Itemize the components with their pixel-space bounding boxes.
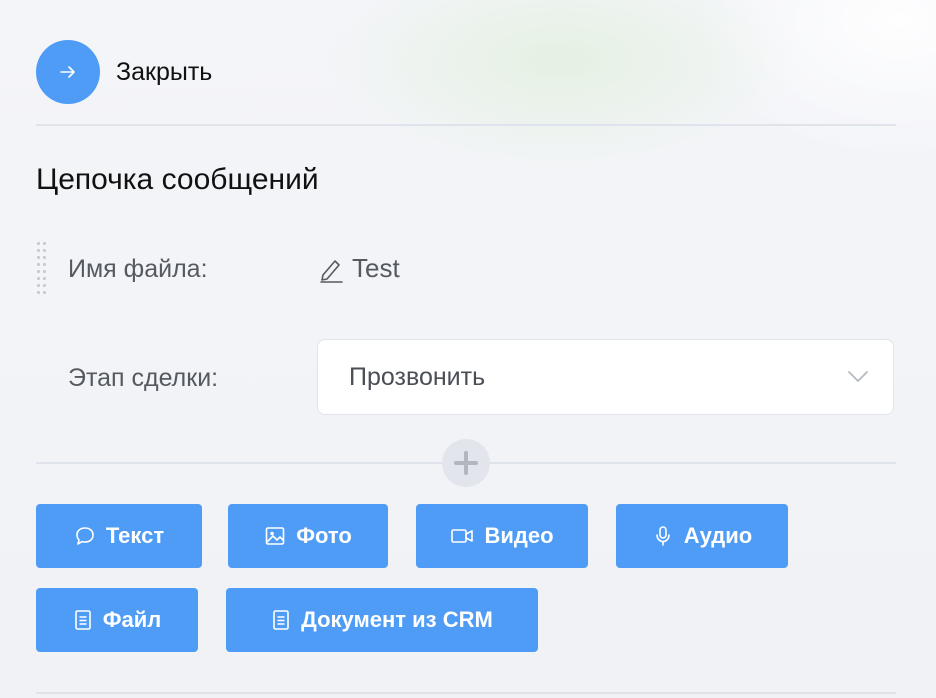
deal-stage-select[interactable]: Прозвонить [317,339,894,415]
document-icon [73,609,93,631]
video-camera-icon [450,525,474,547]
document-icon [271,609,291,631]
file-name-label: Имя файла: [68,255,208,283]
button-label: Файл [102,607,162,632]
button-label: Видео [484,523,554,548]
button-label: Документ из CRM [301,607,493,632]
image-icon [264,525,286,547]
close-panel[interactable]: Закрыть [36,40,212,104]
button-label: Фото [296,523,352,548]
add-file-button[interactable]: Файл [36,588,198,652]
divider [36,124,896,126]
chevron-down-icon[interactable] [847,370,869,384]
close-label[interactable]: Закрыть [116,58,212,87]
add-audio-button[interactable]: Аудио [616,504,788,568]
microphone-icon [652,525,674,547]
arrow-right-icon [60,66,75,78]
divider [36,692,896,694]
pencil-icon[interactable] [318,255,344,283]
file-name-field[interactable]: Test [318,253,400,284]
add-video-button[interactable]: Видео [416,504,588,568]
deal-stage-label: Этап сделки: [68,364,219,392]
add-text-button[interactable]: Текст [36,504,202,568]
add-crm-document-button[interactable]: Документ из CRM [226,588,538,652]
plus-icon [454,451,478,475]
chat-bubble-icon [74,525,96,547]
button-label: Текст [105,523,165,548]
add-photo-button[interactable]: Фото [228,504,388,568]
close-button[interactable] [36,40,100,104]
file-name-value[interactable]: Test [352,253,400,284]
drag-handle[interactable] [37,242,47,296]
section-title: Цепочка сообщений [36,163,319,196]
deal-stage-value[interactable]: Прозвонить [349,363,485,392]
add-step-button[interactable] [442,439,490,487]
button-label: Аудио [683,523,753,548]
